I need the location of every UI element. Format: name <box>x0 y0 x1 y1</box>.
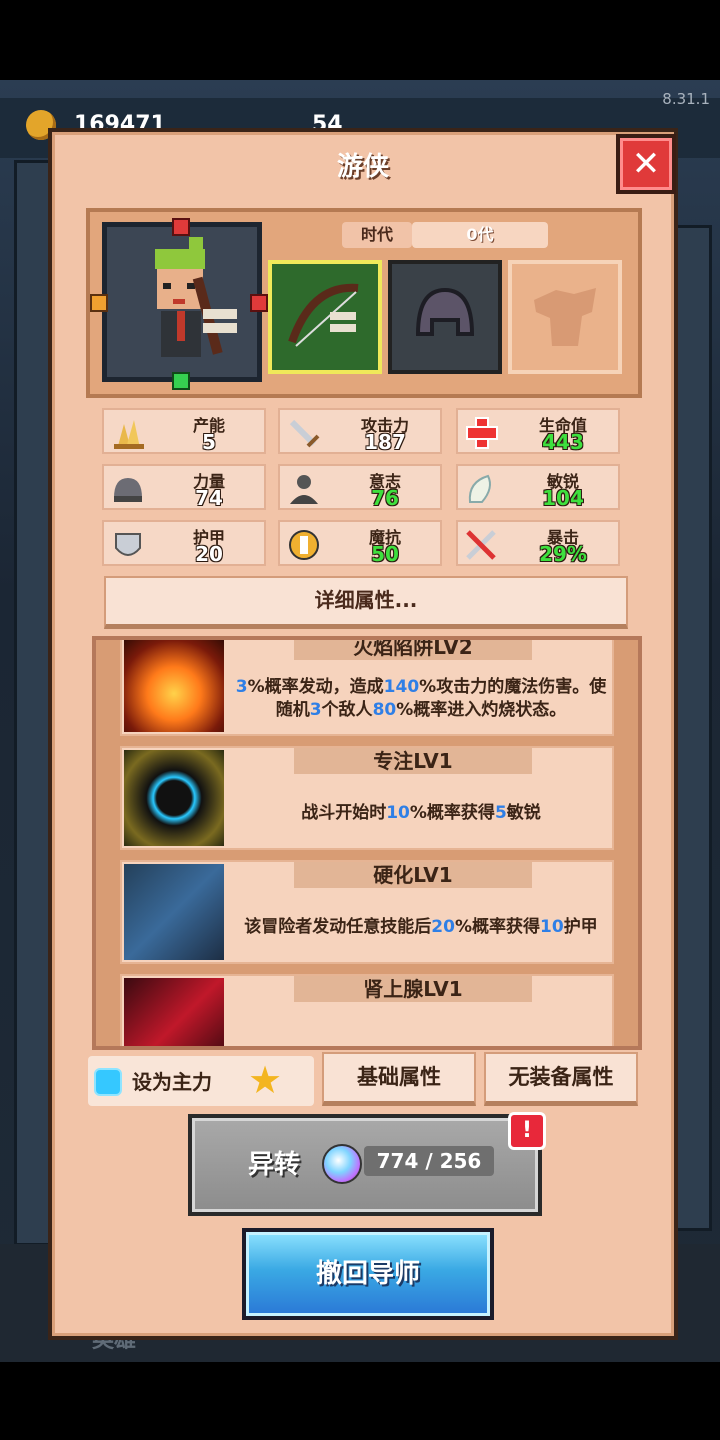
rainbow-gem-icon <box>322 1144 362 1184</box>
skill-text: %概率获得 <box>409 802 495 823</box>
skill-number: 3 <box>235 677 248 697</box>
skill-text: 个敌人 <box>321 700 373 720</box>
bow-icon <box>288 283 359 347</box>
skill-number: 10 <box>540 916 564 937</box>
sword-icon <box>289 419 320 448</box>
skill-number: 5 <box>494 802 507 823</box>
crit-blade-icon <box>466 530 496 560</box>
portrait-marker-right <box>250 294 268 312</box>
era-label: 时代 <box>342 222 412 248</box>
stat-value: 5 <box>202 430 216 454</box>
star-icon: ★ <box>248 1058 283 1102</box>
skill-description: 3%概率发动，造成140%攻击力的魔法伤害。使随机3个敌人80%概率进入灼烧状态… <box>234 664 608 734</box>
stat-cell: 魔抗 50 <box>278 520 442 566</box>
skill-art-icon <box>124 864 224 960</box>
evolve-button[interactable]: 异转 774 / 256 <box>188 1114 542 1216</box>
skill-number: 20 <box>431 916 455 937</box>
magic-shield-icon <box>289 530 319 560</box>
checkbox-icon <box>94 1068 122 1096</box>
equip-slot-weapon[interactable] <box>268 260 382 374</box>
shield-icon <box>115 533 141 556</box>
skill-description: 战斗开始时10%概率获得5敏锐 <box>234 778 608 848</box>
skill-name: 火焰陷阱LV2 <box>294 640 532 660</box>
evolve-label: 异转 <box>248 1150 301 1180</box>
skill-description: 该冒险者发动任意技能后20%概率获得10护甲 <box>234 892 608 962</box>
portrait-marker-bottom <box>172 372 190 390</box>
skill-card[interactable]: 硬化LV1 该冒险者发动任意技能后20%概率获得10护甲 <box>120 860 614 964</box>
detail-attributes-button[interactable]: 详细属性... <box>104 576 628 629</box>
stat-value: 74 <box>195 486 223 510</box>
stat-cell: 护甲 20 <box>102 520 266 566</box>
skill-text: 战斗开始时 <box>301 802 387 823</box>
skills-scroll-content: 火焰陷阱LV2 3%概率发动，造成140%攻击力的魔法伤害。使随机3个敌人80%概… <box>120 640 614 1046</box>
portrait-marker-top <box>172 218 190 236</box>
stat-cell: 攻击力 187 <box>278 408 442 454</box>
skill-number: 140 <box>383 677 420 697</box>
equip-slot-helmet[interactable] <box>388 260 502 374</box>
version-label: 8.31.1 <box>662 90 710 108</box>
skill-number: 3 <box>309 700 322 720</box>
hero-equipment-frame: 时代 0代 <box>86 208 642 398</box>
stat-value: 104 <box>542 486 584 510</box>
stat-value: 187 <box>364 430 406 454</box>
stat-value: 443 <box>542 430 584 454</box>
skill-text: %概率发动，造成 <box>247 677 384 697</box>
stat-value: 20 <box>195 542 223 566</box>
base-stats-button[interactable]: 基础属性 <box>322 1052 476 1106</box>
evolve-cost: 774 / 256 <box>364 1146 494 1176</box>
set-main-label: 设为主力 <box>132 1070 212 1094</box>
skill-text: 护甲 <box>563 916 598 937</box>
skill-card[interactable]: 肾上腺LV1 <box>120 974 614 1046</box>
dialog-title: 游侠 <box>336 152 389 182</box>
recall-mentor-label: 撤回导师 <box>315 1259 420 1289</box>
bust-icon <box>290 475 318 504</box>
skill-card[interactable]: 专注LV1 战斗开始时10%概率获得5敏锐 <box>120 746 614 850</box>
stat-cell: 力量 74 <box>102 464 266 510</box>
skill-art-icon <box>124 640 224 732</box>
stat-value: 50 <box>371 542 399 566</box>
skills-list[interactable]: 火焰陷阱LV2 3%概率发动，造成140%攻击力的魔法伤害。使随机3个敌人80%概… <box>92 636 642 1050</box>
portrait-marker-left <box>90 294 108 312</box>
skill-number: 80 <box>372 700 397 720</box>
stat-value: 76 <box>371 486 399 510</box>
skill-art-icon <box>124 978 224 1046</box>
stat-cell: 产能 5 <box>102 408 266 454</box>
skill-name: 肾上腺LV1 <box>294 976 532 1002</box>
recall-mentor-button[interactable]: 撤回导师 <box>242 1228 494 1320</box>
helmet-icon <box>415 287 475 336</box>
stat-cell: 敏锐 104 <box>456 464 620 510</box>
stat-cell: 暴击 29% <box>456 520 620 566</box>
skill-description <box>234 1006 608 1046</box>
close-icon: ✕ <box>631 144 661 184</box>
stat-cell: 意志 76 <box>278 464 442 510</box>
crystal-icon <box>114 420 144 449</box>
equip-slot-empty[interactable] <box>508 260 622 374</box>
skill-name: 硬化LV1 <box>294 862 532 888</box>
skill-card[interactable]: 火焰陷阱LV2 3%概率发动，造成140%攻击力的魔法伤害。使随机3个敌人80%概… <box>120 640 614 736</box>
wing-icon <box>468 474 491 503</box>
hero-detail-dialog: 游侠 ✕ 时代 0代 产能 5 攻击力 187 生命值 443 力量 74 意志… <box>48 128 678 1340</box>
ranger-sprite-icon <box>155 237 237 357</box>
stat-cell: 生命值 443 <box>456 408 620 454</box>
skill-text: %概率获得 <box>454 916 541 937</box>
skill-text: 敏锐 <box>506 802 541 823</box>
close-button[interactable]: ✕ <box>616 134 676 194</box>
skill-number: 10 <box>386 802 410 823</box>
skill-name: 专注LV1 <box>294 748 532 774</box>
helmet-icon <box>114 478 142 502</box>
stat-value: 29% <box>539 542 587 566</box>
armor-placeholder-icon <box>534 288 596 346</box>
no-equip-stats-button[interactable]: 无装备属性 <box>484 1052 638 1106</box>
skill-art-icon <box>124 750 224 846</box>
era-value: 0代 <box>412 222 548 248</box>
skill-text: 该冒险者发动任意技能后 <box>244 916 432 937</box>
set-main-toggle[interactable]: 设为主力 ★ <box>88 1056 314 1106</box>
red-cross-icon <box>466 417 498 449</box>
skill-text: %概率进入灼烧状态。 <box>396 700 567 720</box>
alert-badge-icon: ! <box>508 1112 546 1150</box>
hero-portrait[interactable] <box>102 222 262 382</box>
